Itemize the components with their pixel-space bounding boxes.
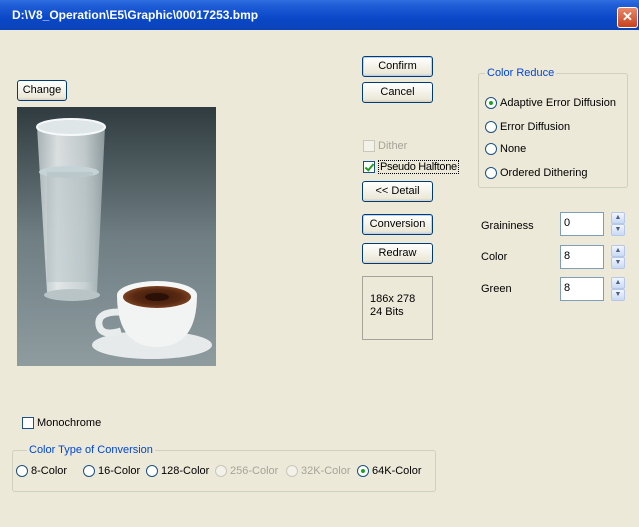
radio-circle xyxy=(357,465,369,477)
radio-label: Adaptive Error Diffusion xyxy=(500,97,616,109)
radio-circle xyxy=(485,121,497,133)
green-input[interactable]: 8 xyxy=(560,277,604,301)
radio-128-color[interactable]: 128-Color xyxy=(146,465,209,477)
radio-none[interactable]: None xyxy=(485,143,526,155)
color-reduce-title: Color Reduce xyxy=(485,67,557,79)
radio-circle xyxy=(215,465,227,477)
radio-circle xyxy=(485,167,497,179)
monochrome-check-box xyxy=(22,417,34,429)
spin-down-icon[interactable]: ▼ xyxy=(611,224,625,236)
graininess-label: Graininess xyxy=(481,220,534,232)
radio-ordered-dithering[interactable]: Ordered Dithering xyxy=(485,167,587,179)
radio-circle xyxy=(286,465,298,477)
radio-circle xyxy=(83,465,95,477)
radio-circle xyxy=(146,465,158,477)
radio-256-color[interactable]: 256-Color xyxy=(215,465,278,477)
radio-label: None xyxy=(500,143,527,155)
image-bits-text: 24 Bits xyxy=(370,306,404,318)
window-title: D:\V8_Operation\E5\Graphic\00017253.bmp xyxy=(12,8,259,22)
dialog-window: D:\V8_Operation\E5\Graphic\00017253.bmp … xyxy=(0,0,639,527)
radio-label: Ordered Dithering xyxy=(500,167,588,179)
radio-error-diffusion[interactable]: Error Diffusion xyxy=(485,121,570,133)
radio-label: 256-Color xyxy=(230,465,279,477)
green-spinner[interactable]: ▲ ▼ xyxy=(611,277,625,301)
radio-circle xyxy=(485,97,497,109)
change-button[interactable]: Change xyxy=(17,80,67,101)
close-button[interactable]: ✕ xyxy=(617,7,638,28)
radio-circle xyxy=(485,143,497,155)
image-preview xyxy=(17,107,216,366)
monochrome-label: Monochrome xyxy=(37,417,102,429)
radio-circle xyxy=(16,465,28,477)
monochrome-checkbox[interactable]: Monochrome xyxy=(22,417,101,429)
image-info-panel: 186x 278 24 Bits xyxy=(362,276,433,340)
pseudo-halftone-checkbox[interactable]: Pseudo Halftone xyxy=(363,160,459,174)
cancel-button[interactable]: Cancel xyxy=(362,82,433,103)
spin-up-icon[interactable]: ▲ xyxy=(611,212,625,224)
radio-64k-color[interactable]: 64K-Color xyxy=(357,465,422,477)
graininess-spinner[interactable]: ▲ ▼ xyxy=(611,212,625,236)
green-label: Green xyxy=(481,283,512,295)
confirm-button[interactable]: Confirm xyxy=(362,56,433,77)
spin-down-icon[interactable]: ▼ xyxy=(611,289,625,301)
redraw-button[interactable]: Redraw xyxy=(362,243,433,264)
radio-label: 8-Color xyxy=(31,465,68,477)
dither-checkbox[interactable]: Dither xyxy=(363,140,407,152)
pseudo-halftone-label: Pseudo Halftone xyxy=(378,160,459,174)
radio-adaptive-error-diffusion[interactable]: Adaptive Error Diffusion xyxy=(485,97,616,109)
radio-label: 32K-Color xyxy=(301,465,351,477)
color-spinner[interactable]: ▲ ▼ xyxy=(611,245,625,269)
spin-up-icon[interactable]: ▲ xyxy=(611,245,625,257)
spin-down-icon[interactable]: ▼ xyxy=(611,257,625,269)
radio-16-color[interactable]: 16-Color xyxy=(83,465,140,477)
graininess-input[interactable]: 0 xyxy=(560,212,604,236)
coffee-glass-image xyxy=(17,107,216,366)
spin-up-icon[interactable]: ▲ xyxy=(611,277,625,289)
color-input[interactable]: 8 xyxy=(560,245,604,269)
radio-label: 64K-Color xyxy=(372,465,422,477)
dither-check-box xyxy=(363,140,375,152)
radio-label: 16-Color xyxy=(98,465,141,477)
radio-label: 128-Color xyxy=(161,465,210,477)
color-type-title: Color Type of Conversion xyxy=(27,444,155,456)
conversion-button[interactable]: Conversion xyxy=(362,214,433,235)
radio-label: Error Diffusion xyxy=(500,121,571,133)
radio-8-color[interactable]: 8-Color xyxy=(16,465,67,477)
pseudo-halftone-check-box xyxy=(363,161,375,173)
color-label: Color xyxy=(481,251,508,263)
dither-label: Dither xyxy=(378,140,408,152)
image-size-text: 186x 278 xyxy=(370,293,416,305)
detail-button[interactable]: << Detail xyxy=(362,181,433,202)
radio-32k-color[interactable]: 32K-Color xyxy=(286,465,351,477)
close-icon: ✕ xyxy=(622,9,633,24)
title-bar[interactable]: D:\V8_Operation\E5\Graphic\00017253.bmp … xyxy=(0,0,639,30)
